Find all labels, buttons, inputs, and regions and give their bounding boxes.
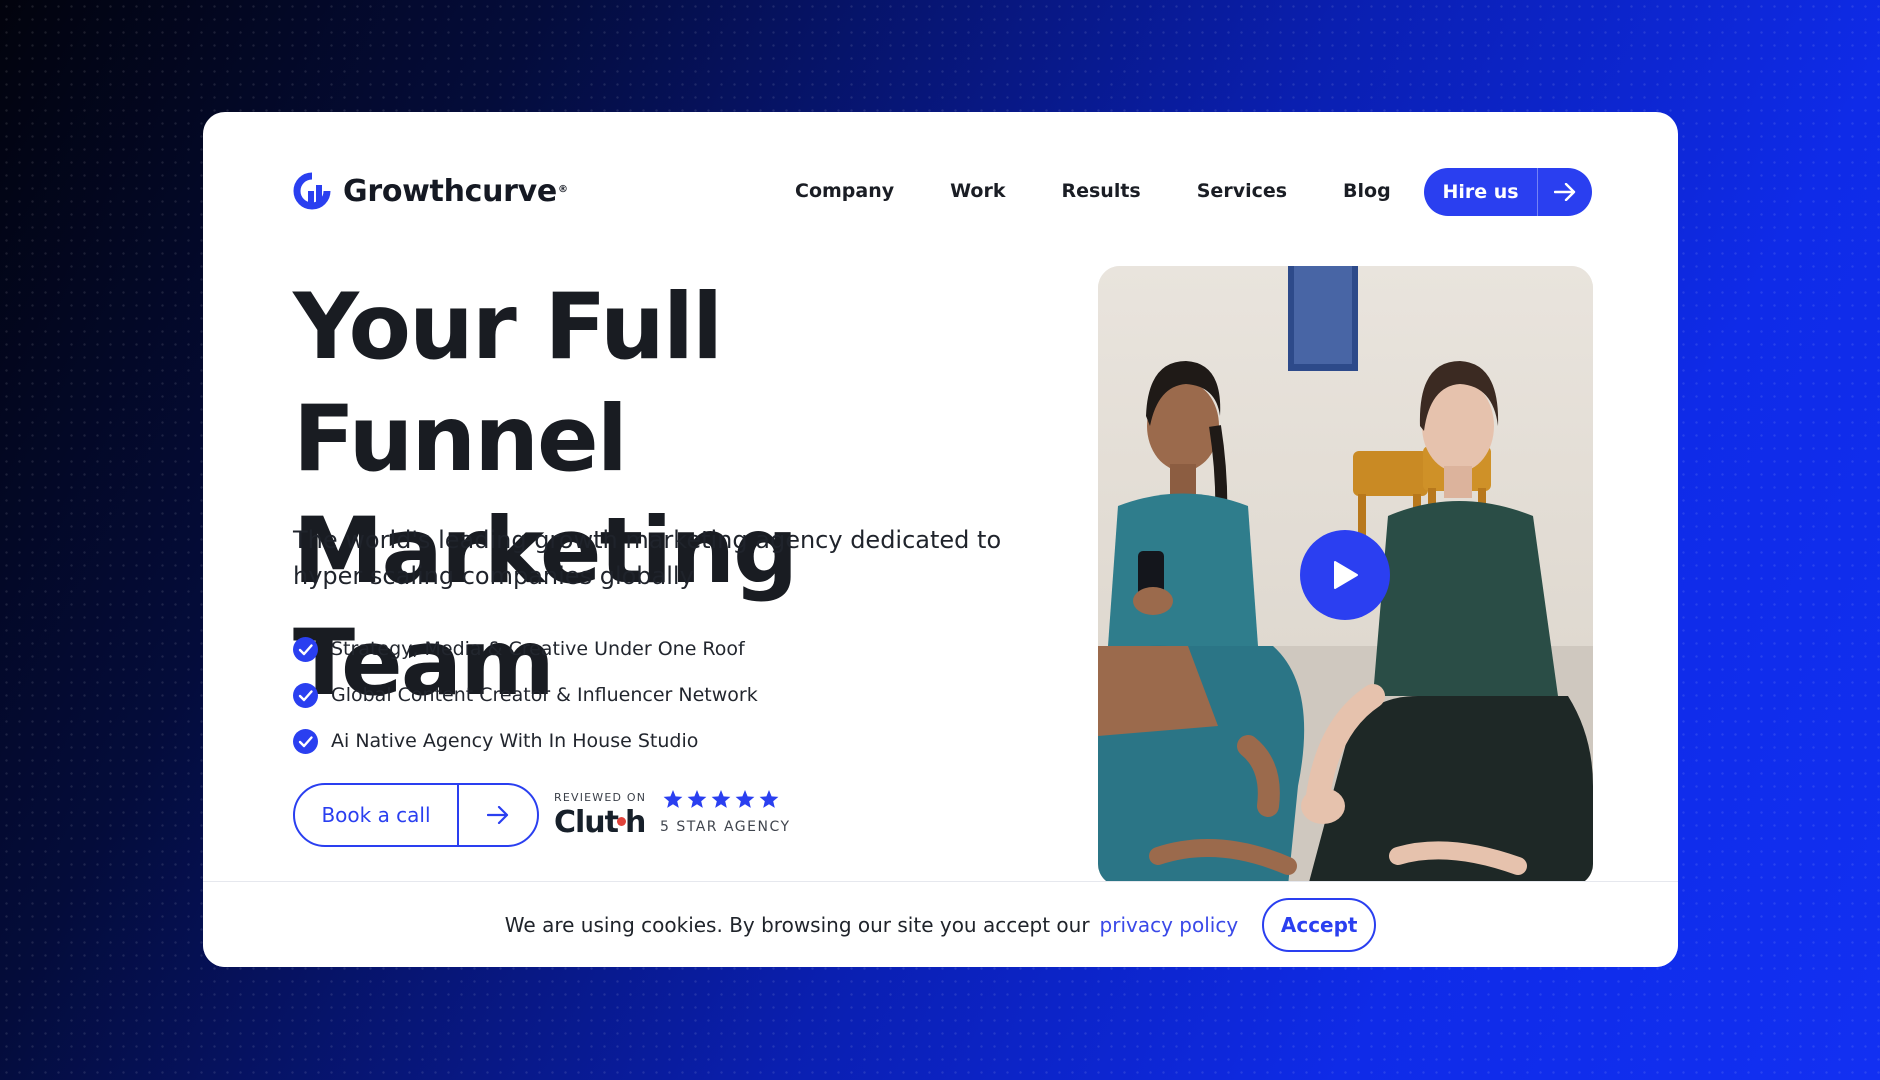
feature-item: Global Content Creator & Influencer Netw… [293, 672, 758, 718]
clutch-review-badge[interactable]: REVIEWED ON Clut h 5 STAR AGENCY [554, 788, 814, 844]
hire-us-button[interactable]: Hire us [1424, 168, 1592, 216]
brand-registered-mark: ® [557, 183, 568, 195]
main-card: Growthcurve ® Company Work Results Servic… [203, 112, 1678, 967]
brand-name: Growthcurve [343, 173, 557, 209]
play-button[interactable] [1300, 530, 1390, 620]
feature-item: Strategy, Media & Creative Under One Roo… [293, 626, 758, 672]
star-icon [663, 790, 683, 808]
brand-logo[interactable]: Growthcurve ® [293, 172, 568, 210]
clutch-logo-text-b: h [625, 805, 646, 840]
nav-company[interactable]: Company [795, 180, 894, 202]
privacy-policy-link[interactable]: privacy policy [1100, 913, 1239, 937]
five-star-rating-icon [663, 790, 779, 808]
arrow-right-icon [459, 806, 538, 824]
accept-cookies-button[interactable]: Accept [1262, 897, 1377, 952]
nav-results[interactable]: Results [1061, 180, 1140, 202]
star-icon [687, 790, 707, 808]
feature-list: Strategy, Media & Creative Under One Roo… [293, 626, 758, 764]
check-circle-icon [293, 636, 318, 662]
nav-services[interactable]: Services [1197, 180, 1287, 202]
five-star-agency-label: 5 STAR AGENCY [660, 819, 791, 835]
reviewed-on-label: REVIEWED ON [554, 791, 647, 804]
main-nav: Company Work Results Services Blog [795, 180, 1391, 202]
clutch-logo-dot [617, 817, 626, 826]
star-icon [759, 790, 779, 808]
play-icon [1334, 561, 1358, 589]
feature-text: Ai Native Agency With In House Studio [331, 730, 699, 752]
hero-headline-line-1: Your Full Funnel [293, 275, 723, 492]
cookie-banner: We are using cookies. By browsing our si… [203, 881, 1678, 967]
star-icon [711, 790, 731, 808]
hero-video[interactable] [1098, 266, 1593, 886]
cookie-message: We are using cookies. By browsing our si… [504, 912, 1090, 937]
nav-blog[interactable]: Blog [1343, 180, 1391, 202]
feature-item: Ai Native Agency With In House Studio [293, 718, 758, 764]
clutch-logo-text-a: Clut [554, 805, 619, 840]
book-a-call-button[interactable]: Book a call [293, 783, 539, 847]
book-a-call-label: Book a call [321, 803, 431, 827]
feature-text: Strategy, Media & Creative Under One Roo… [331, 638, 745, 660]
feature-text: Global Content Creator & Influencer Netw… [331, 684, 758, 706]
check-circle-icon [293, 682, 318, 708]
nav-work[interactable]: Work [950, 180, 1005, 202]
check-circle-icon [293, 728, 318, 754]
hire-us-label: Hire us [1442, 181, 1519, 203]
growthcurve-logo-icon [293, 172, 331, 210]
star-icon [735, 790, 755, 808]
hero-subheadline: The world's leading growth marketing age… [293, 526, 1002, 590]
arrow-right-icon [1538, 183, 1592, 201]
clutch-logo: Clut h [554, 805, 646, 840]
